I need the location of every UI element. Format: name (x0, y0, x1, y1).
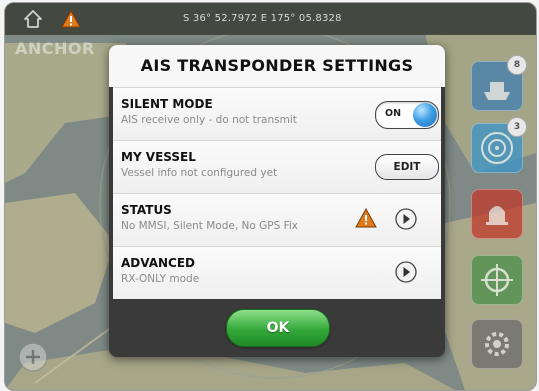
chart-plotter-screen: S 36° 52.7972 E 175° 05.8328 ANCHOR 8 3 (4, 2, 537, 391)
zoom-icon[interactable] (17, 341, 49, 373)
bell-icon (486, 206, 508, 225)
ok-button[interactable]: OK (226, 309, 330, 347)
warning-icon (355, 208, 377, 228)
gps-coordinates: S 36° 52.7972 E 175° 05.8328 (183, 13, 342, 24)
radar-badge: 3 (507, 117, 527, 137)
helm-wheel-icon (481, 264, 513, 296)
row-subtitle: Vessel info not configured yet (121, 167, 278, 179)
settings-list: SILENT MODE AIS receive only - do not tr… (113, 87, 441, 299)
vessel-badge: 8 (507, 55, 527, 75)
warning-icon[interactable] (61, 10, 81, 28)
alarm-button[interactable] (471, 189, 523, 239)
advanced-row[interactable]: ADVANCED RX-ONLY mode (113, 246, 441, 299)
home-icon[interactable] (23, 9, 43, 29)
status-row[interactable]: STATUS No MMSI, Silent Mode, No GPS Fix (113, 193, 441, 246)
row-title: STATUS (121, 203, 172, 217)
status-bar: S 36° 52.7972 E 175° 05.8328 (5, 3, 536, 35)
silent-mode-toggle[interactable]: ON (375, 101, 439, 129)
anchor-label: ANCHOR (15, 39, 95, 58)
side-toolbar: 8 3 (471, 55, 531, 381)
chevron-right-icon[interactable] (395, 261, 417, 283)
row-subtitle: No MMSI, Silent Mode, No GPS Fix (121, 220, 299, 232)
silent-mode-row[interactable]: SILENT MODE AIS receive only - do not tr… (113, 87, 441, 140)
helm-button[interactable] (471, 255, 523, 305)
toggle-label: ON (385, 108, 402, 119)
row-title: SILENT MODE (121, 97, 213, 111)
row-subtitle: AIS receive only - do not transmit (121, 114, 297, 126)
toggle-knob (413, 103, 437, 127)
dialog-title: AIS TRANSPONDER SETTINGS (109, 45, 445, 87)
row-subtitle: RX-ONLY mode (121, 273, 200, 285)
chevron-right-icon[interactable] (395, 208, 417, 230)
my-vessel-row[interactable]: MY VESSEL Vessel info not configured yet… (113, 140, 441, 193)
row-title: MY VESSEL (121, 150, 196, 164)
edit-button[interactable]: EDIT (375, 154, 439, 180)
ais-settings-dialog: AIS TRANSPONDER SETTINGS SILENT MODE AIS… (109, 45, 445, 357)
settings-button[interactable] (471, 319, 523, 369)
row-title: ADVANCED (121, 256, 196, 270)
gear-icon (485, 332, 509, 356)
